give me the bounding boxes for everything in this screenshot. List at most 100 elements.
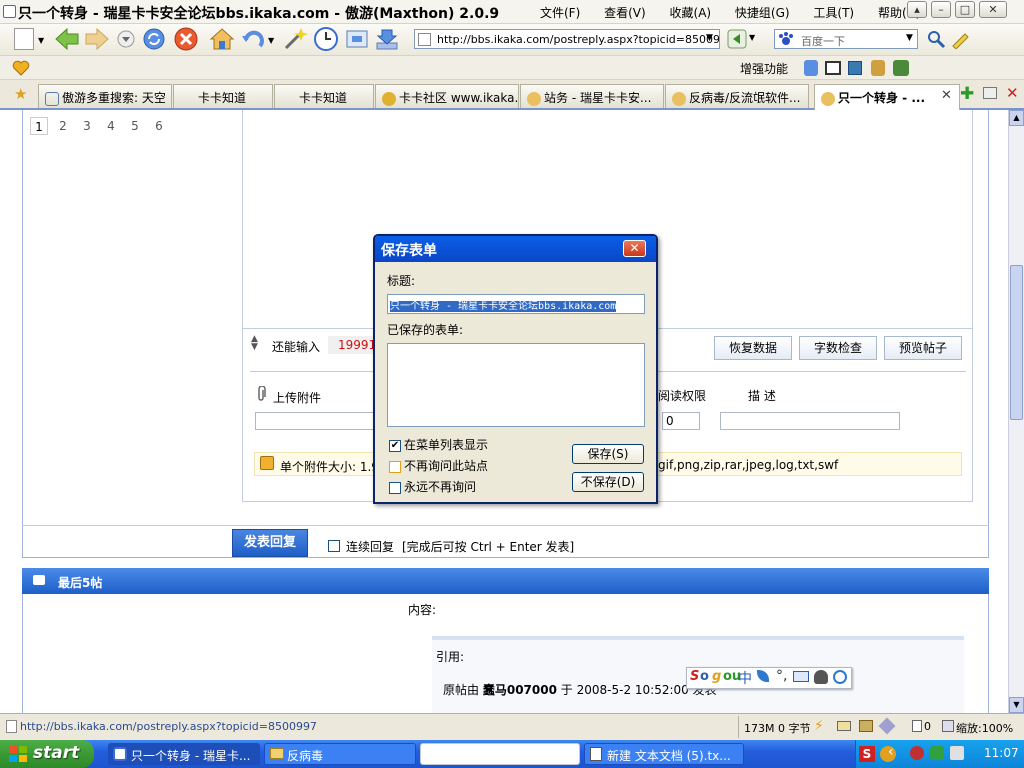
form-title-input[interactable]: 只一个转身 - 瑞星卡卡安全论坛bbs.ikaka.com	[387, 294, 645, 314]
submit-reply-button[interactable]: 发表回复	[232, 529, 308, 557]
restore-icon[interactable]: ▴	[907, 1, 927, 18]
magic-wand-icon[interactable]	[282, 26, 308, 52]
maximize-icon[interactable]: □	[955, 1, 975, 18]
new-page-icon[interactable]	[14, 28, 34, 50]
search-input[interactable]: 百度一下	[774, 29, 918, 49]
taskbar-item-redacted[interactable]	[420, 743, 580, 765]
save-button[interactable]: 保存(S)	[572, 444, 644, 464]
pager-page-4[interactable]: 4	[102, 117, 120, 135]
ime-mode[interactable]: 中	[738, 668, 752, 688]
description-input[interactable]	[720, 412, 900, 430]
history-dropdown-icon[interactable]	[116, 29, 136, 49]
highlight-icon[interactable]	[950, 29, 970, 49]
screenshot-icon[interactable]	[344, 26, 370, 52]
pager-page-1[interactable]: 1	[30, 117, 48, 135]
tray-network-icon[interactable]	[930, 746, 944, 760]
upload-file-input[interactable]	[255, 412, 375, 430]
tool-icon[interactable]	[893, 60, 909, 76]
soft-keyboard-icon[interactable]	[793, 671, 809, 682]
enhance-button[interactable]: 增强功能	[740, 60, 788, 77]
taskbar-item-browser[interactable]: 只一个转身 - 瑞星卡...	[108, 743, 260, 765]
lightning-icon[interactable]: ⚡	[814, 718, 824, 734]
baidu-paw-icon[interactable]	[777, 31, 795, 47]
dropdown-arrow-icon[interactable]: ▼	[749, 33, 755, 42]
pager-page-2[interactable]: 2	[54, 117, 72, 135]
settings-wrench-icon[interactable]	[833, 670, 847, 684]
window-icon[interactable]	[825, 61, 841, 75]
restore-data-button[interactable]: 恢复数据	[714, 336, 792, 360]
notes-icon[interactable]	[848, 61, 862, 75]
no-ask-site-checkbox[interactable]	[389, 460, 401, 473]
tray-expand-icon[interactable]: ‹	[888, 744, 894, 760]
plugin-icon[interactable]	[804, 60, 818, 76]
sogou-tray-icon[interactable]: S	[859, 746, 875, 762]
read-perm-input[interactable]: 0	[662, 412, 700, 430]
tab-multi-search[interactable]: 傲游多重搜索: 天空	[38, 84, 172, 108]
taskbar-item-folder[interactable]: 反病毒	[264, 743, 416, 765]
home-icon[interactable]	[209, 26, 235, 52]
tray-volume-icon[interactable]	[950, 746, 964, 760]
window-close-icon[interactable]: ✕	[979, 1, 1007, 18]
folder-icon[interactable]	[859, 720, 873, 732]
menu-groups[interactable]: 快捷组(G)	[735, 6, 790, 20]
word-count-button[interactable]: 字数检查	[799, 336, 877, 360]
resize-arrows-icon[interactable]: ▲ ▼	[251, 335, 258, 352]
show-in-menu-row[interactable]: ✔ 在菜单列表显示	[389, 436, 488, 453]
orig-author[interactable]: 蠢马007000	[483, 683, 557, 697]
tab-close-icon[interactable]: ✕	[941, 88, 952, 103]
download-icon[interactable]	[374, 26, 400, 52]
show-in-menu-checkbox[interactable]: ✔	[389, 439, 401, 452]
never-ask-row[interactable]: 永远不再询问	[389, 478, 476, 495]
pager-page-3[interactable]: 3	[78, 117, 96, 135]
dont-save-button[interactable]: 不保存(D)	[572, 472, 644, 492]
zoom-icon[interactable]	[942, 720, 954, 732]
tab-antivirus[interactable]: 反病毒/反流氓软件...	[665, 84, 809, 108]
scroll-up-icon[interactable]: ▲	[1009, 110, 1024, 126]
dialog-close-icon[interactable]: ✕	[623, 240, 646, 257]
no-ask-site-row[interactable]: 不再询问此站点	[389, 457, 488, 474]
go-icon[interactable]	[727, 29, 747, 49]
back-icon[interactable]	[54, 27, 80, 51]
tab-kaka-zhidao-1[interactable]: 卡卡知道	[173, 84, 273, 108]
menu-favorites[interactable]: 收藏(A)	[670, 6, 712, 20]
never-ask-checkbox[interactable]	[389, 481, 401, 494]
continue-reply-checkbox[interactable]	[328, 540, 340, 552]
minimize-icon[interactable]: –	[931, 1, 951, 18]
tab-kaka-zhidao-2[interactable]: 卡卡知道	[274, 84, 374, 108]
forward-icon[interactable]	[84, 27, 110, 51]
tab-kaka-community[interactable]: 卡卡社区 www.ikaka...	[375, 84, 519, 108]
preview-post-button[interactable]: 预览帖子	[884, 336, 962, 360]
undo-close-icon[interactable]	[240, 26, 266, 52]
search-icon[interactable]	[926, 29, 946, 49]
menu-tools[interactable]: 工具(T)	[813, 6, 854, 20]
clock-icon[interactable]	[313, 26, 339, 52]
status-zoom[interactable]: 缩放:100%	[956, 720, 1013, 736]
favorites-heart-icon[interactable]	[12, 59, 30, 77]
tray-antivirus-icon[interactable]	[910, 746, 924, 760]
address-bar[interactable]: http://bbs.ikaka.com/postreply.aspx?topi…	[414, 29, 720, 49]
saved-forms-list[interactable]	[387, 343, 645, 427]
skin-icon[interactable]	[814, 670, 828, 684]
dropdown-arrow-icon[interactable]: ▼	[38, 36, 44, 45]
scroll-thumb[interactable]	[1010, 265, 1023, 420]
menu-file[interactable]: 文件(F)	[540, 6, 580, 20]
punctuation-icon[interactable]: °,	[776, 668, 787, 684]
taskbar-item-notepad[interactable]: 新建 文本文档 (5).tx...	[584, 743, 744, 765]
popup-block-icon[interactable]	[912, 720, 922, 732]
menu-view[interactable]: 查看(V)	[604, 6, 646, 20]
favorites-star-icon[interactable]: ★	[14, 85, 27, 103]
scroll-down-icon[interactable]: ▼	[1009, 697, 1024, 713]
cup-icon[interactable]	[871, 60, 885, 76]
search-dropdown-icon[interactable]: ▼	[906, 33, 913, 43]
refresh-icon[interactable]	[141, 26, 167, 52]
tab-list-icon[interactable]	[983, 87, 997, 99]
proxy-icon[interactable]	[837, 721, 851, 731]
close-all-tabs-icon[interactable]: ✕	[1006, 84, 1019, 102]
tab-site-affairs[interactable]: 站务 - 瑞星卡卡安...	[520, 84, 664, 108]
address-dropdown-icon[interactable]: ▼	[706, 33, 713, 43]
stop-icon[interactable]	[173, 26, 199, 52]
diamond-icon[interactable]	[878, 717, 896, 735]
dropdown-arrow-icon[interactable]: ▼	[268, 36, 274, 45]
pager-page-6[interactable]: 6	[150, 117, 168, 135]
tab-current[interactable]: 只一个转身 - ...	[814, 84, 960, 110]
